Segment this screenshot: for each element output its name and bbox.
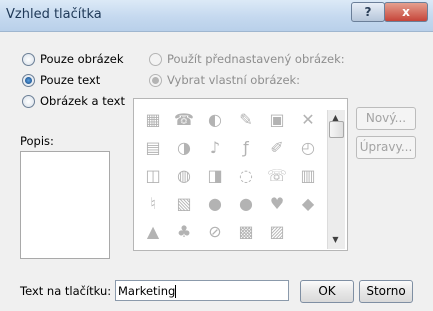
text-caret [175,285,177,298]
radio-select-custom-image-label: Vybrat vlastní obrázek: [167,73,301,87]
music-note-icon: ♪ [209,137,221,157]
gauge-icon: ◴ [301,137,315,157]
hatch-icon: ▨ [269,221,285,241]
button-text-label: Text na tlačítku: [20,284,112,298]
circle-icon: ● [208,193,222,213]
radio-indicator-selected [22,73,35,87]
close-button[interactable]: x [384,2,428,22]
circle-dark-icon: ● [239,193,253,213]
button-text-value: Marketing [118,284,176,298]
help-button[interactable]: ? [351,2,385,22]
building-icon: ▩ [238,221,254,241]
radio-image-and-text-label: Obrázek a text [40,94,125,108]
scroll-down-arrow-icon[interactable]: ▼ [330,234,341,245]
speaker-waves-icon: ◐ [208,109,222,129]
ok-button[interactable]: OK [300,280,354,303]
title-bar: Vzhled tlačítka ? x [0,0,433,32]
telephone-icon: ☏ [266,165,287,185]
camera-icon: ▤ [145,137,161,157]
bell-icon: ♮ [150,193,156,213]
radio-text-only-label: Pouze text [40,73,101,87]
window-title: Vzhled tlačítka [6,7,102,22]
document-icon: ▧ [176,193,192,213]
heart-icon: ♥ [269,193,285,213]
new-button[interactable]: Nový... [356,107,416,130]
button-text-input[interactable]: Marketing [115,280,289,301]
radio-image-only[interactable]: Pouze obrázek [22,52,124,66]
book-icon: ◫ [145,165,161,185]
description-box [20,151,110,259]
blank-icon [295,219,321,243]
radio-text-only[interactable]: Pouze text [22,73,100,87]
radio-image-only-label: Pouze obrázek [40,52,124,66]
radio-use-preset-image-label: Použít přednastavený obrázek: [167,52,345,66]
no-entry-icon: ⊘ [208,221,222,241]
sound-icon: ◑ [177,137,191,157]
radio-select-custom-image: Vybrat vlastní obrázek: [149,73,300,87]
club-icon: ♣ [176,221,192,241]
save-icon: ▣ [269,109,285,129]
diamond-icon: ◆ [301,193,315,213]
calculator-icon: ▦ [145,109,161,129]
radio-indicator [22,52,35,66]
description-label: Popis: [20,134,54,148]
radio-use-preset-image: Použít přednastavený obrázek: [149,52,345,66]
edit-button[interactable]: Úpravy... [356,136,416,159]
phone-icon: ☎ [174,109,194,129]
radio-indicator [22,94,35,108]
trash-icon: ▥ [300,165,316,185]
radio-indicator-selected [149,73,162,87]
function-icon: ƒ [243,137,249,157]
close-x-icon: ✕ [301,109,315,129]
radio-image-and-text[interactable]: Obrázek a text [22,94,125,108]
tag-icon: ◨ [207,165,223,185]
triangle-icon: ▲ [146,221,160,241]
cancel-button[interactable]: Storno [359,280,413,303]
scroll-thumb[interactable] [329,121,344,138]
pencil-tool-icon: ✐ [270,137,284,157]
globe-icon: ◍ [177,165,191,185]
pencil-edit-icon: ✎ [239,109,253,129]
radio-indicator [149,52,162,66]
speech-bubble-icon: ◌ [239,165,253,185]
